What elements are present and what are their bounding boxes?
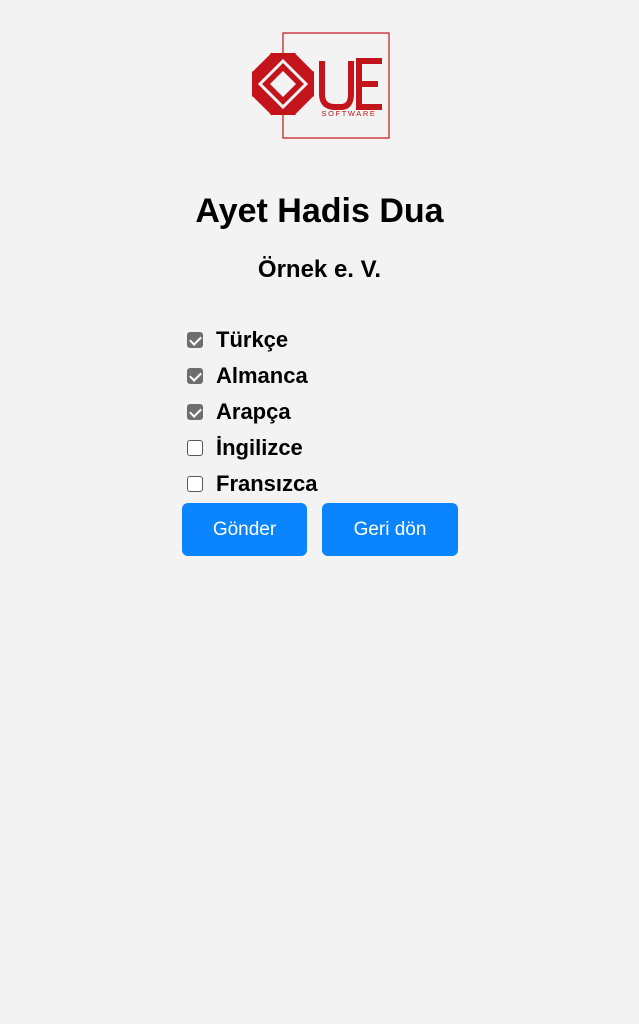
checkbox-arapca[interactable] [187, 404, 203, 420]
organization-name: Örnek e. V. [257, 256, 382, 283]
ue-software-logo: SOFTWARE [248, 30, 392, 142]
language-option-turkce[interactable]: Türkçe [187, 322, 447, 358]
language-option-almanca[interactable]: Almanca [187, 358, 447, 394]
language-label-fransizca: Fransızca [216, 471, 318, 496]
language-label-almanca: Almanca [216, 363, 308, 388]
page: SOFTWARE Ayet Hadis Dua Örnek e. V. Türk… [0, 0, 639, 1024]
checkbox-ingilizce[interactable] [187, 440, 203, 456]
checkbox-almanca[interactable] [187, 368, 203, 384]
language-option-arapca[interactable]: Arapça [187, 394, 447, 430]
checkbox-turkce[interactable] [187, 332, 203, 348]
language-checklist: Türkçe Almanca Arapça İngilizce Fransızc… [187, 322, 447, 502]
language-label-ingilizce: İngilizce [216, 435, 303, 460]
back-button[interactable]: Geri dön [322, 503, 458, 556]
send-button[interactable]: Gönder [182, 503, 307, 556]
logo-tagline: SOFTWARE [321, 109, 376, 118]
page-title: Ayet Hadis Dua [195, 192, 444, 230]
language-label-turkce: Türkçe [216, 327, 289, 352]
language-option-fransizca[interactable]: Fransızca [187, 466, 447, 502]
language-label-arapca: Arapça [216, 399, 291, 424]
language-option-ingilizce[interactable]: İngilizce [187, 430, 447, 466]
checkbox-fransizca[interactable] [187, 476, 203, 492]
